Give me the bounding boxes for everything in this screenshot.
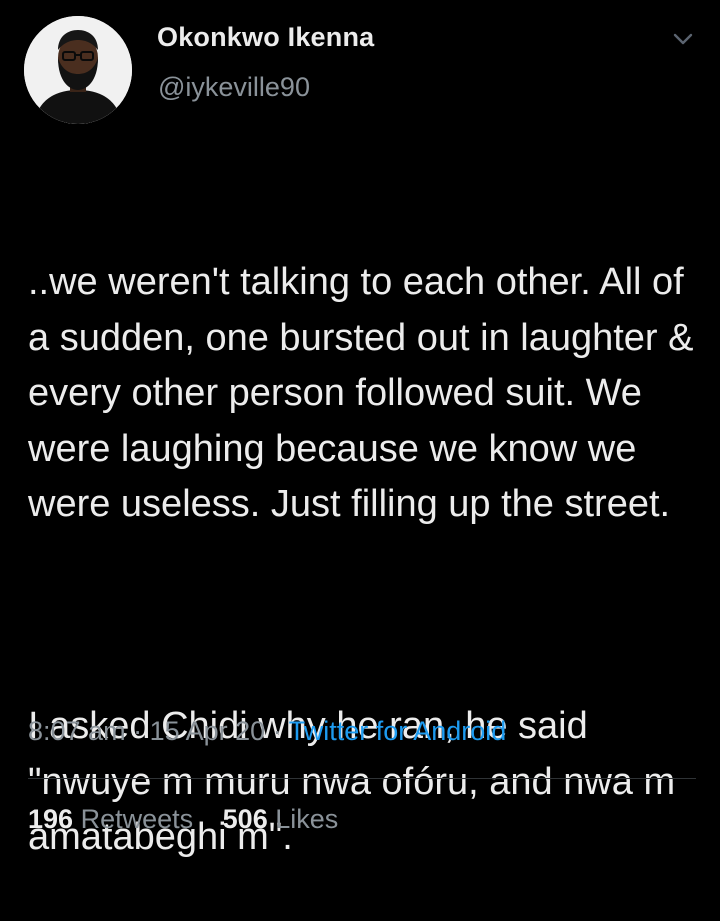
retweets-stat[interactable]: 196 Retweets — [28, 804, 193, 834]
tweet-source-link[interactable]: Twitter for Android — [289, 716, 507, 746]
meta-separator: · — [272, 716, 282, 746]
author-name[interactable]: Okonkwo Ikenna — [157, 22, 374, 53]
chevron-down-icon[interactable] — [670, 26, 696, 52]
retweets-label: Retweets — [80, 804, 194, 834]
avatar[interactable] — [24, 16, 132, 124]
tweet-paragraph: ..we weren't talking to each other. All … — [28, 261, 705, 525]
meta-separator: · — [133, 716, 143, 746]
like-count: 506 — [222, 804, 268, 834]
tweet-metadata: 8:07 am · 15 Apr 20 · Twitter for Androi… — [28, 716, 506, 747]
divider — [28, 778, 696, 779]
retweet-count: 196 — [28, 804, 74, 834]
likes-label: Likes — [275, 804, 339, 834]
author-handle[interactable]: @iykeville90 — [158, 72, 310, 103]
avatar-illustration — [24, 16, 132, 124]
likes-stat[interactable]: 506 Likes — [223, 804, 339, 834]
tweet-time[interactable]: 8:07 am — [28, 716, 126, 746]
tweet-stats: 196 Retweets 506 Likes — [28, 804, 360, 835]
tweet-date[interactable]: 15 Apr 20 — [150, 716, 266, 746]
tweet-header: Okonkwo Ikenna @iykeville90 — [24, 16, 704, 124]
